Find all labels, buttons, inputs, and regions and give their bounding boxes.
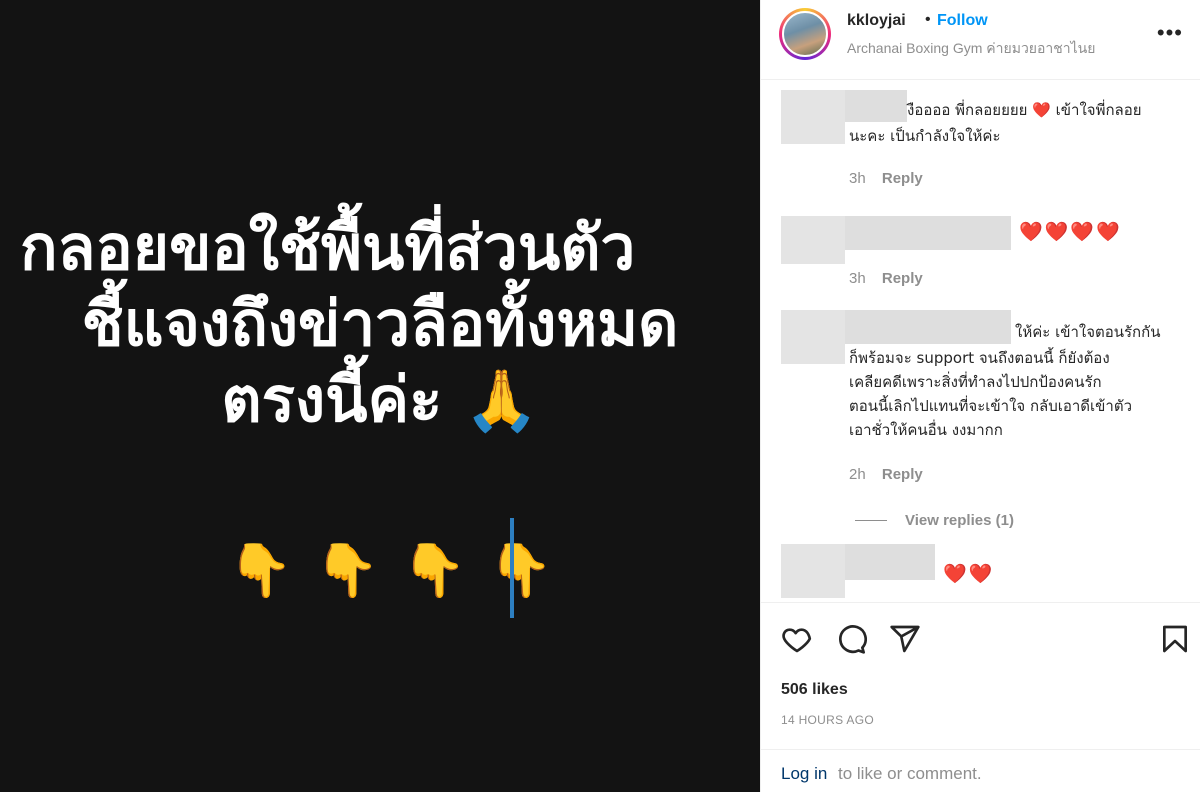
comment-time: 3h	[849, 270, 866, 287]
post-side-panel: kkloyjai • Follow Archanai Boxing Gym ค่…	[760, 0, 1200, 792]
reply-button[interactable]: Reply	[882, 466, 923, 483]
comment-time: 3h	[849, 170, 866, 187]
comment-text: ตอนนี้เลิกไปแทนที่จะเข้าใจ กลับเอาดีเข้า…	[849, 397, 1133, 415]
pointing-down-icon: 👇	[314, 540, 380, 601]
comment-text: เอาชั่วให้คนอื่น งงมากก	[849, 421, 1003, 439]
more-options-icon[interactable]: •••	[1157, 20, 1183, 46]
blurred-avatar	[781, 544, 845, 598]
blurred-username	[845, 216, 1011, 250]
separator-dot: •	[925, 11, 931, 28]
post-actions: 506 likes 14 HOURS AGO Log in to like or…	[761, 602, 1200, 792]
blurred-avatar	[781, 216, 845, 264]
comment-hearts: ❤️❤️	[943, 563, 995, 585]
share-icon[interactable]	[889, 623, 921, 655]
avatar[interactable]	[779, 8, 831, 60]
login-prompt-text: to like or comment.	[838, 764, 982, 783]
login-prompt: Log in to like or comment.	[761, 749, 1200, 793]
text-cursor	[510, 518, 514, 618]
view-replies-label: View replies (1)	[905, 512, 1014, 529]
comment-text: ให้ค่ะ เข้าใจตอนรักกัน	[1015, 323, 1161, 341]
pray-emoji-icon: 🙏	[463, 366, 539, 436]
location-link[interactable]: Archanai Boxing Gym ค่ายมวยอาชาไนย	[847, 38, 1095, 60]
comment-text: งืออออ พี่กลอยยยย ❤️ เข้าใจพี่กลอย	[907, 101, 1142, 119]
login-link[interactable]: Log in	[781, 764, 827, 784]
blurred-avatar	[781, 310, 845, 364]
comment-text: ก็พร้อมจะ support จนถึงตอนนี้ ก็ยังต้อง	[849, 349, 1110, 367]
post-text-line-2: ชี้แจงถึงข่าวลือทั้งหมด	[81, 287, 679, 360]
comments-list[interactable]: งืออออ พี่กลอยยยย ❤️ เข้าใจพี่กลอย นะคะ …	[761, 80, 1200, 602]
post-text: กลอยขอใช้พื้นที่ส่วนตัว ชี้แจงถึงข่าวลือ…	[0, 210, 760, 439]
blurred-username	[845, 90, 907, 122]
pointing-down-emojis: 👇 👇 👇 👇	[228, 520, 553, 620]
bookmark-icon[interactable]	[1159, 623, 1191, 655]
comment-text: เคลียคดีเพราะสิ่งที่ทำลงไปปกป้องคนรัก	[849, 373, 1102, 391]
follow-button[interactable]: Follow	[937, 12, 988, 30]
view-replies-button[interactable]: View replies (1)	[855, 512, 1014, 529]
pointing-down-icon: 👇	[401, 540, 467, 601]
comment-text: นะคะ เป็นกำลังใจให้ค่ะ	[849, 127, 1001, 145]
likes-count[interactable]: 506 likes	[781, 681, 848, 699]
post-text-line-1: กลอยขอใช้พื้นที่ส่วนตัว	[20, 211, 636, 284]
reply-button[interactable]: Reply	[882, 170, 923, 187]
comment-time: 2h	[849, 466, 866, 483]
blurred-username	[845, 310, 1011, 344]
heart-icon[interactable]	[781, 623, 813, 655]
comment-icon[interactable]	[835, 623, 867, 655]
comment-hearts: ❤️❤️❤️❤️	[1019, 221, 1122, 243]
post-text-line-3: ตรงนี้ค่ะ	[221, 363, 443, 436]
blurred-username	[845, 544, 935, 580]
reply-button[interactable]: Reply	[882, 270, 923, 287]
blurred-avatar	[781, 90, 845, 144]
post-header: kkloyjai • Follow Archanai Boxing Gym ค่…	[761, 0, 1200, 80]
view-replies-dash	[855, 520, 887, 521]
username-link[interactable]: kkloyjai	[847, 12, 906, 30]
pointing-down-icon: 👇	[488, 540, 553, 601]
post-image: กลอยขอใช้พื้นที่ส่วนตัว ชี้แจงถึงข่าวลือ…	[0, 0, 760, 792]
pointing-down-icon: 👇	[228, 540, 293, 601]
post-timestamp[interactable]: 14 HOURS AGO	[781, 713, 874, 727]
